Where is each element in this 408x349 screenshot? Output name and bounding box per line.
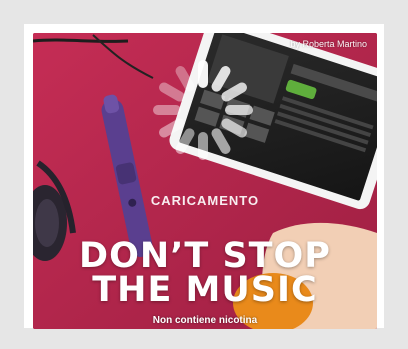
loading-label: CARICAMENTO bbox=[150, 193, 260, 208]
tagline: Non contiene nicotina bbox=[152, 315, 258, 326]
author-credit: by Roberta Martino bbox=[290, 39, 367, 49]
ad-card[interactable]: by Roberta Martino CARICAMENTO DON’T STO… bbox=[33, 33, 377, 329]
headline: DON’T STOP THE MUSIC bbox=[33, 236, 377, 310]
headline-line-1: DON’T STOP bbox=[79, 236, 331, 276]
headline-line-2: THE MUSIC bbox=[92, 270, 318, 310]
loading-spinner-icon bbox=[153, 60, 253, 160]
